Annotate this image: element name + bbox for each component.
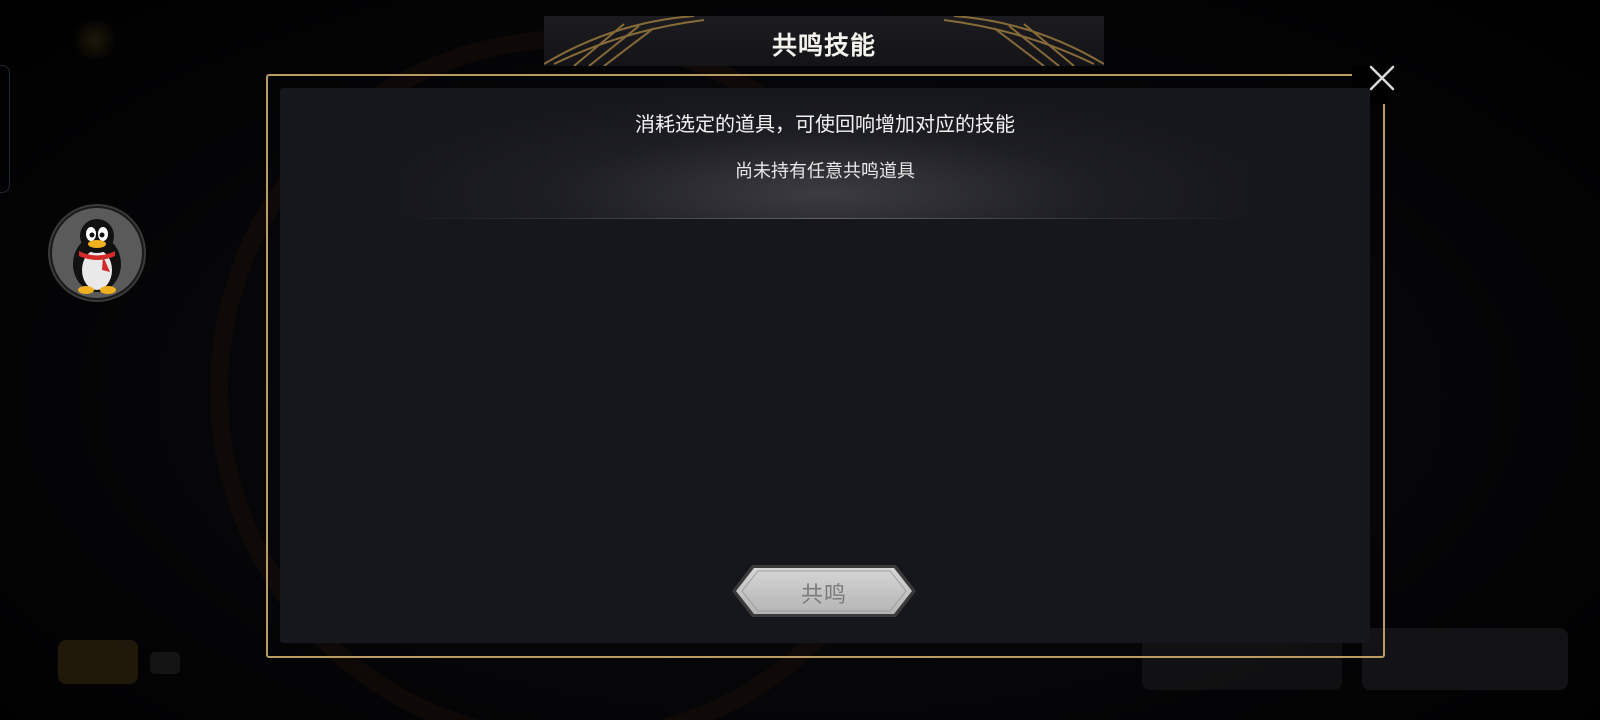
player-avatar[interactable] bbox=[48, 204, 146, 302]
background-badge bbox=[58, 640, 138, 684]
header-divider bbox=[400, 218, 1250, 219]
dialog-title: 共鸣技能 bbox=[771, 31, 876, 60]
game-screen: 共鸣技能 消耗选定的道具，可使回响增加对应的技能 尚未持有任意共鸣道具 共鸣 bbox=[0, 0, 1600, 720]
empty-state-message: 尚未持有任意共鸣道具 bbox=[735, 161, 915, 182]
dialog-description: 消耗选定的道具，可使回响增加对应的技能 bbox=[635, 112, 1015, 136]
dialog-title-banner: 共鸣技能 bbox=[544, 16, 1104, 66]
side-tab-handle[interactable] bbox=[0, 65, 10, 193]
close-button[interactable] bbox=[1364, 60, 1400, 96]
background-button-right bbox=[1362, 628, 1568, 690]
background-chip bbox=[150, 652, 180, 674]
resonate-button[interactable]: 共鸣 bbox=[730, 563, 918, 619]
resonate-button-label: 共鸣 bbox=[800, 583, 847, 608]
close-x-icon bbox=[1369, 65, 1395, 91]
penguin-avatar-icon bbox=[52, 208, 142, 298]
background-glow bbox=[70, 20, 120, 60]
